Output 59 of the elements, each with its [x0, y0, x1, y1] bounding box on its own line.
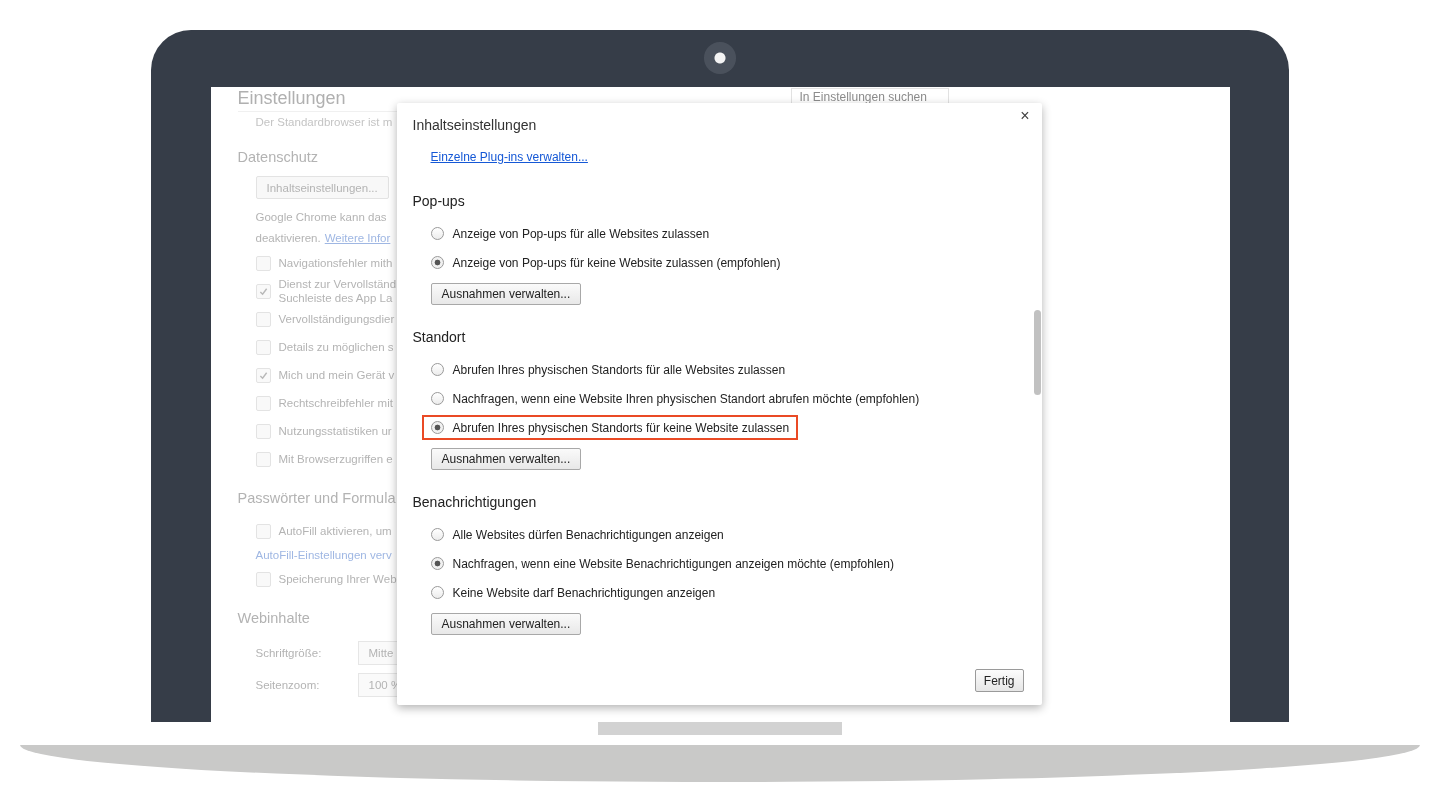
done-button[interactable]: Fertig [974, 669, 1024, 692]
checkbox[interactable] [255, 283, 271, 299]
checkbox[interactable] [255, 367, 271, 383]
section-heading: Standort [412, 328, 466, 347]
checkbox-label: Speicherung Ihrer Web [278, 572, 397, 586]
radio-button[interactable] [430, 421, 444, 434]
radio-button[interactable] [430, 586, 444, 599]
radio-button[interactable] [430, 392, 444, 405]
dialog-title: Inhaltseinstellungen [412, 116, 537, 135]
section-heading: Pop-ups [412, 192, 465, 211]
checkbox[interactable] [255, 451, 271, 467]
close-button[interactable]: × [1016, 107, 1034, 125]
section-heading: Passwörter und Formula [237, 489, 396, 508]
radio-label: Alle Websites dürfen Benachrichtigungen anzeigen [452, 527, 724, 542]
checkbox-label: Vervollständigungsdier [278, 312, 395, 326]
radio-button[interactable] [430, 557, 444, 570]
checkbox-label: Mich und mein Gerät v [278, 368, 395, 382]
checkbox[interactable] [255, 255, 271, 271]
checkbox-label: Details zu möglichen s [278, 340, 394, 354]
checkbox-label: AutoFill aktivieren, um [278, 524, 392, 538]
checkbox[interactable] [255, 571, 271, 587]
radio-label: Nachfragen, wenn eine Website Benachrichtigungen anzeigen möchte (empfohlen) [452, 556, 894, 571]
select-label: Schriftgröße: [255, 647, 323, 659]
plugins-link[interactable]: Einzelne Plug-ins verwalten... [430, 150, 588, 164]
exceptions-button[interactable]: Ausnahmen verwalten... [430, 283, 582, 305]
section-heading: Webinhalte [237, 609, 311, 628]
radio-label: Abrufen Ihres physischen Standorts für keine Website zulassen [452, 420, 790, 435]
scrollbar-thumb[interactable] [1033, 310, 1041, 395]
radio-button[interactable] [430, 227, 444, 240]
radio-label: Keine Website darf Benachrichtigungen anzeigen [452, 585, 716, 600]
checkmark-icon [258, 286, 268, 296]
radio-label: Nachfragen, wenn eine Website Ihren physischen Standort abrufen möchte (empfohlen) [452, 391, 920, 406]
checkbox[interactable] [255, 395, 271, 411]
radio-label: Anzeige von Pop-ups für alle Websites zulassen [452, 226, 710, 241]
description-text: deaktivieren. [255, 232, 321, 244]
checkbox-label: Mit Browserzugriffen e [278, 452, 393, 466]
intro-text: Der Standardbrowser ist m [255, 115, 394, 130]
radio-label: Abrufen Ihres physischen Standorts für alle Websites zulassen [452, 362, 786, 377]
section-heading: Benachrichtigungen [412, 493, 537, 512]
exceptions-button[interactable]: Ausnahmen verwalten... [430, 448, 582, 470]
checkbox[interactable] [255, 311, 271, 327]
radio-button[interactable] [430, 256, 444, 269]
checkbox[interactable] [255, 339, 271, 355]
camera-icon [704, 42, 736, 74]
checkbox-label: Nutzungsstatistiken ur [278, 424, 392, 438]
checkbox[interactable] [255, 423, 271, 439]
checkbox-label: Dienst zur Vervollständ Suchleiste des App La [278, 277, 397, 305]
radio-label: Anzeige von Pop-ups für keine Website zulassen (empfohlen) [452, 255, 781, 270]
radio-button[interactable] [430, 363, 444, 376]
page-title: Einstellungen [237, 87, 346, 109]
checkbox-label: Rechtschreibfehler mit [278, 396, 393, 410]
description-text: Google Chrome kann das [255, 210, 388, 225]
radio-button[interactable] [430, 528, 444, 541]
checkbox-label: Navigationsfehler mith [278, 256, 393, 270]
exceptions-button[interactable]: Ausnahmen verwalten... [430, 613, 582, 635]
section-heading: Datenschutz [237, 148, 320, 167]
checkmark-icon [258, 370, 268, 380]
checkbox[interactable] [255, 523, 271, 539]
select-label: Seitenzoom: [255, 679, 321, 691]
